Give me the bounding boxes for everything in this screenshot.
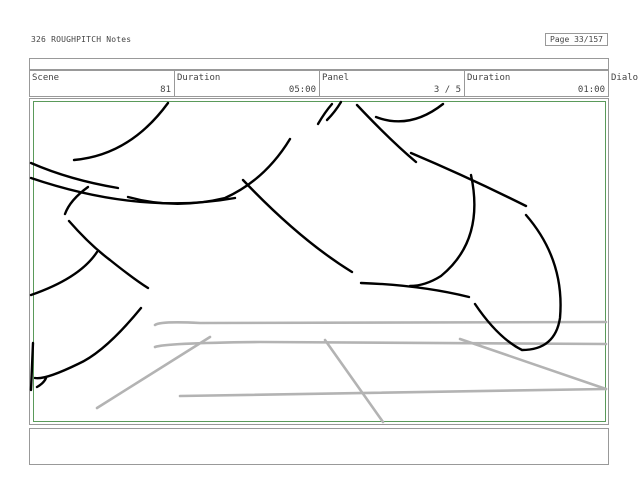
sketch-floor-lines (95, 320, 608, 424)
sketch-drawing (29, 100, 608, 424)
dialogue-notes-box (29, 428, 609, 465)
